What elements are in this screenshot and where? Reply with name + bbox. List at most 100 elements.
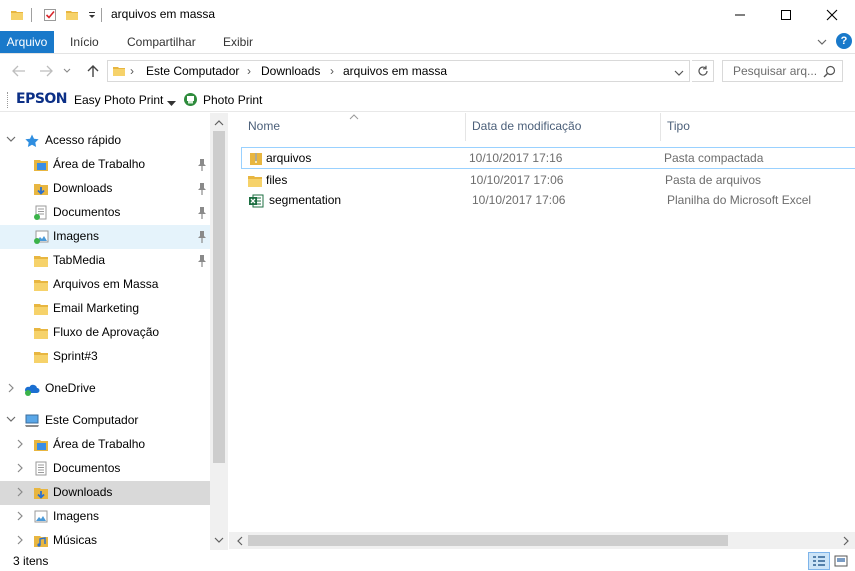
folder-icon: [33, 349, 49, 365]
details-view-button[interactable]: [808, 552, 830, 570]
tab-inicio[interactable]: Início: [70, 31, 99, 53]
nav-pc-documentos[interactable]: Documentos: [0, 457, 210, 481]
recent-locations-icon[interactable]: [61, 61, 73, 81]
nav-item-label: Documentos: [53, 461, 121, 475]
forward-button[interactable]: [36, 61, 56, 81]
tab-exibir[interactable]: Exibir: [223, 31, 253, 53]
file-type: Pasta de arquivos: [665, 173, 762, 187]
collapse-chevron-icon[interactable]: [6, 135, 16, 147]
file-date: 10/10/2017 17:16: [469, 151, 563, 165]
nav-item-label: TabMedia: [53, 253, 106, 267]
expand-ribbon-icon[interactable]: [814, 34, 830, 50]
file-row-files[interactable]: files 10/10/2017 17:06 Pasta de arquivos: [241, 170, 855, 192]
nav-item-sprint3[interactable]: Sprint#3: [0, 345, 210, 369]
tab-compartilhar[interactable]: Compartilhar: [127, 31, 196, 53]
photo-print-button[interactable]: Photo Print: [203, 93, 262, 107]
onedrive-icon: [24, 381, 40, 397]
search-box[interactable]: Pesquisar arq...: [722, 60, 843, 82]
toolbar-grip[interactable]: [7, 92, 10, 108]
nav-item-arquivos-em-massa[interactable]: Arquivos em Massa: [0, 273, 210, 297]
expand-chevron-icon[interactable]: [15, 511, 25, 523]
nav-pc-imagens[interactable]: Imagens: [0, 505, 210, 529]
close-button[interactable]: [809, 0, 855, 30]
nav-onedrive[interactable]: OneDrive: [0, 377, 210, 401]
nav-item-label: Documentos: [53, 205, 121, 219]
expand-chevron-icon[interactable]: [6, 383, 16, 395]
up-button[interactable]: [83, 61, 103, 81]
pictures-folder-icon: [33, 229, 49, 245]
nav-pc-downloads[interactable]: Downloads: [0, 481, 210, 505]
breadcrumb-chevron-icon: ›: [247, 64, 251, 78]
zip-folder-icon: [248, 151, 264, 167]
nav-item-area-de-trabalho[interactable]: Área de Trabalho: [0, 153, 210, 177]
search-icon[interactable]: [823, 65, 836, 81]
column-header-type[interactable]: Tipo: [667, 119, 690, 133]
tab-arquivo[interactable]: Arquivo: [0, 31, 54, 53]
easy-photo-print-button[interactable]: Easy Photo Print: [74, 93, 163, 107]
file-row-arquivos[interactable]: arquivos 10/10/2017 17:16 Pasta compacta…: [241, 147, 855, 169]
search-input[interactable]: Pesquisar arq...: [733, 64, 817, 78]
nav-pc-musicas[interactable]: Músicas: [0, 529, 210, 550]
expand-chevron-icon[interactable]: [15, 439, 25, 451]
nav-quick-access[interactable]: Acesso rápido: [0, 129, 210, 153]
file-row-segmentation[interactable]: segmentation 10/10/2017 17:06 Planilha d…: [241, 190, 855, 212]
nav-quick-access-label: Acesso rápido: [45, 133, 122, 147]
large-icons-view-button[interactable]: [830, 552, 852, 570]
help-button[interactable]: ?: [836, 33, 852, 49]
expand-chevron-icon[interactable]: [15, 487, 25, 499]
nav-item-label: Fluxo de Aprovação: [53, 325, 160, 339]
pin-icon[interactable]: [196, 230, 208, 244]
file-list-horizontal-scrollbar[interactable]: [229, 532, 855, 549]
quick-access-separator: [31, 8, 32, 22]
refresh-button[interactable]: [692, 60, 714, 82]
scrollbar-thumb[interactable]: [213, 131, 225, 463]
nav-item-label: Área de Trabalho: [53, 157, 146, 171]
nav-pane-scrollbar[interactable]: [210, 113, 228, 550]
pictures-folder-icon: [33, 509, 49, 525]
column-divider[interactable]: [465, 113, 466, 141]
nav-item-tabmedia[interactable]: TabMedia: [0, 249, 210, 273]
new-folder-icon[interactable]: [64, 7, 80, 23]
nav-item-email-marketing[interactable]: Email Marketing: [0, 297, 210, 321]
desktop-folder-icon: [33, 437, 49, 453]
column-header-date[interactable]: Data de modificação: [472, 119, 581, 133]
nav-item-fluxo-de-aprovacao[interactable]: Fluxo de Aprovação: [0, 321, 210, 345]
scroll-left-arrow-icon[interactable]: [231, 532, 248, 549]
nav-item-label: Downloads: [53, 485, 113, 499]
address-history-chevron-icon[interactable]: [674, 66, 684, 80]
pin-icon[interactable]: [196, 158, 208, 172]
folder-icon: [112, 64, 126, 81]
collapse-chevron-icon[interactable]: [6, 415, 16, 427]
folder-icon: [33, 277, 49, 293]
expand-chevron-icon[interactable]: [15, 535, 25, 547]
pin-icon[interactable]: [196, 182, 208, 196]
nav-item-documentos[interactable]: Documentos: [0, 201, 210, 225]
properties-icon[interactable]: [42, 7, 58, 23]
nav-item-imagens[interactable]: Imagens: [0, 225, 210, 249]
nav-este-computador[interactable]: Este Computador: [0, 409, 210, 433]
scroll-right-arrow-icon[interactable]: [837, 532, 854, 549]
maximize-button[interactable]: [763, 0, 809, 30]
easy-photo-print-dropdown-icon[interactable]: [167, 96, 176, 110]
column-header-name[interactable]: Nome: [248, 119, 280, 133]
scrollbar-thumb[interactable]: [248, 535, 728, 546]
pin-icon[interactable]: [196, 254, 208, 268]
customize-quick-access-icon[interactable]: [84, 7, 100, 23]
nav-pc-area-de-trabalho[interactable]: Área de Trabalho: [0, 433, 210, 457]
title-bar: arquivos em massa: [0, 0, 855, 30]
nav-item-downloads[interactable]: Downloads: [0, 177, 210, 201]
pin-icon[interactable]: [196, 206, 208, 220]
expand-chevron-icon[interactable]: [15, 463, 25, 475]
nav-item-label: Imagens: [53, 229, 100, 243]
breadcrumb-este-computador[interactable]: Este Computador: [146, 64, 239, 78]
breadcrumb-downloads[interactable]: Downloads: [261, 64, 320, 78]
title-separator: [101, 8, 102, 22]
address-bar[interactable]: › Este Computador › Downloads › arquivos…: [107, 60, 690, 82]
scroll-down-arrow-icon[interactable]: [210, 532, 228, 548]
scroll-up-arrow-icon[interactable]: [210, 115, 228, 131]
breadcrumb-arquivos-em-massa[interactable]: arquivos em massa: [343, 64, 447, 78]
column-divider[interactable]: [660, 113, 661, 141]
back-button[interactable]: [9, 61, 29, 81]
minimize-button[interactable]: [717, 0, 763, 30]
refresh-icon: [697, 65, 708, 76]
